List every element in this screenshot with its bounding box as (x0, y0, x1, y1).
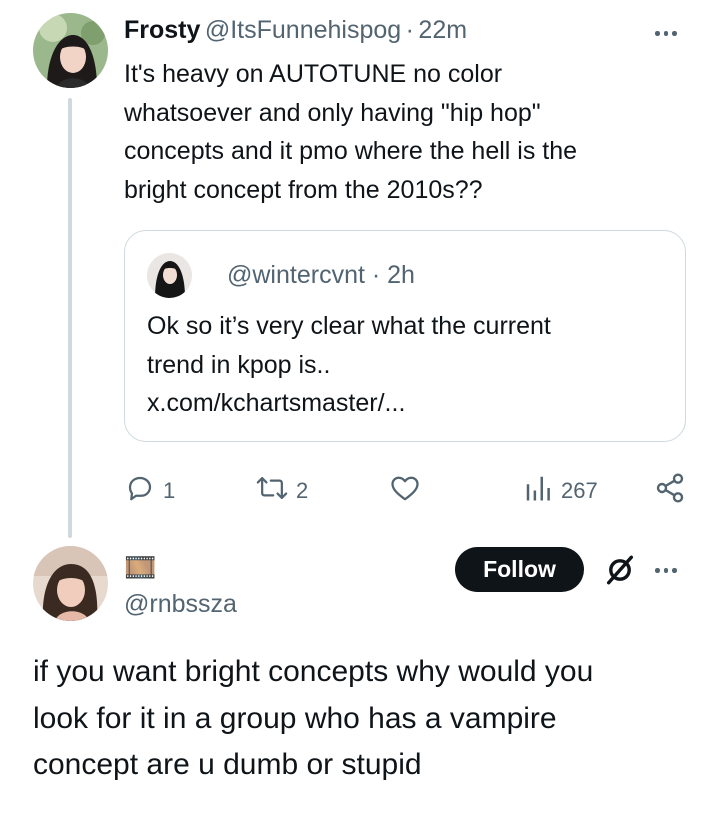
views-icon (523, 473, 553, 509)
handle[interactable]: @ItsFunnehispog (205, 16, 401, 44)
reply-text: if you want bright concepts why would yo… (33, 649, 703, 789)
share-icon (654, 472, 686, 510)
share-button[interactable] (654, 472, 686, 510)
tweet-line: concepts and it pmo where the hell is th… (124, 137, 578, 165)
reply-handle[interactable]: @rnbssza (124, 590, 237, 619)
reply-line: concept are u dumb or stupid (33, 748, 422, 781)
display-name[interactable]: Frosty (124, 16, 200, 44)
grok-icon[interactable] (603, 553, 637, 592)
tweet-line: It's heavy on AUTOTUNE no color (124, 60, 503, 88)
avatar-frosty[interactable] (33, 13, 108, 88)
repost-button[interactable]: 2 (256, 473, 308, 509)
reply-button[interactable]: 1 (125, 473, 175, 509)
reply-line: look for it in a group who has a vampire (33, 701, 557, 735)
reply-display-name[interactable]: 🎞️ (124, 553, 156, 581)
reply-icon (125, 473, 155, 509)
avatar-rnbssza[interactable] (33, 546, 108, 621)
quote-text: Ok so it’s very clear what the current t… (147, 307, 667, 423)
avatar-wintercvnt (147, 253, 192, 298)
tweet-header: Frosty @ItsFunnehispog · 22m (124, 16, 467, 45)
repost-count: 2 (296, 478, 309, 503)
reply-line: if you want bright concepts why would yo… (33, 655, 594, 688)
views-count: 267 (561, 478, 598, 503)
thread-line (68, 98, 72, 538)
reply-more-icon[interactable] (655, 568, 677, 573)
like-icon (390, 474, 420, 508)
quote-timestamp: 2h (387, 261, 415, 289)
timestamp[interactable]: 22m (418, 16, 467, 44)
more-icon[interactable] (655, 31, 677, 36)
tweet-line: whatsoever and only having "hip hop" (124, 98, 541, 127)
views-button[interactable]: 267 (523, 473, 598, 509)
quote-handle: @wintercvnt (227, 261, 365, 289)
quote-line: trend in kpop is.. (147, 350, 331, 379)
quoted-tweet-card[interactable]: @wintercvnt · 2h Ok so it’s very clear w… (124, 230, 686, 442)
quote-line: Ok so it’s very clear what the current (147, 312, 551, 340)
reply-count: 1 (163, 478, 176, 503)
tweet-line: bright concept from the 2010s?? (124, 175, 483, 204)
quote-separator-dot: · (371, 261, 381, 289)
tweet-text: It's heavy on AUTOTUNE no color whatsoev… (124, 55, 694, 209)
like-button[interactable] (390, 474, 420, 508)
quote-link[interactable]: x.com/kchartsmaster/... (147, 384, 667, 423)
repost-icon (256, 473, 288, 509)
separator-dot: · (405, 16, 414, 44)
quote-header: @wintercvnt · 2h (227, 261, 415, 290)
follow-button[interactable]: Follow (455, 547, 584, 592)
